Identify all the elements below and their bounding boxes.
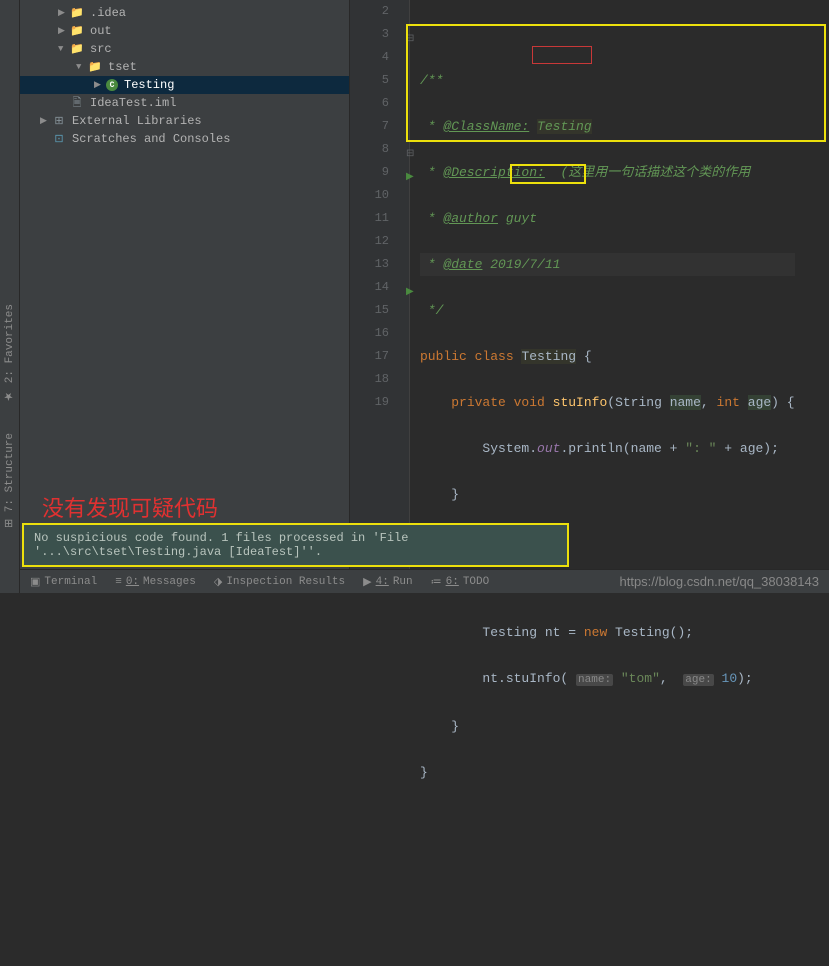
tree-label: tset xyxy=(108,60,137,74)
folder-icon: 📁 xyxy=(70,42,84,56)
tree-node-iml[interactable]: 🗎 IdeaTest.iml xyxy=(20,94,349,112)
class-icon: C xyxy=(106,79,118,91)
tree-label: src xyxy=(90,42,112,56)
code-area[interactable]: /** * @ClassName: Testing * @Description… xyxy=(410,0,795,593)
favorites-tab[interactable]: ★ 2: Favorites xyxy=(3,289,16,418)
tree-node-external[interactable]: ▶ ⊞ External Libraries xyxy=(20,112,349,130)
chevron-right-icon: ▶ xyxy=(58,8,66,18)
tree-label: .idea xyxy=(90,6,126,20)
file-icon: 🗎 xyxy=(70,96,84,110)
chevron-down-icon: ▼ xyxy=(58,44,66,54)
run-tool[interactable]: ▶ 4: Run xyxy=(363,575,412,589)
status-bar-message: No suspicious code found. 1 files proces… xyxy=(22,523,569,567)
tree-node-tset[interactable]: ▼ 📁 tset xyxy=(20,58,349,76)
messages-tool[interactable]: ≡ 0: Messages xyxy=(115,576,196,588)
tree-node-src[interactable]: ▼ 📁 src xyxy=(20,40,349,58)
folder-icon: 📁 xyxy=(70,24,84,38)
tree-node-scratches[interactable]: ⊡ Scratches and Consoles xyxy=(20,130,349,148)
chevron-right-icon: ▶ xyxy=(40,116,48,126)
tree-label: out xyxy=(90,24,112,38)
code-editor[interactable]: 2 3 4 5 6 7 8 9 10 11 12 13 14 15 16 17 … xyxy=(350,0,829,593)
annotation-box-classname xyxy=(532,46,592,64)
structure-tab[interactable]: ⊞ 7: Structure xyxy=(3,418,16,543)
chevron-right-icon: ▶ xyxy=(94,80,102,90)
terminal-tool[interactable]: ▣ Terminal xyxy=(30,575,97,589)
tool-window-rail: ★ 2: Favorites ⊞ 7: Structure xyxy=(0,0,20,593)
tree-label: Testing xyxy=(124,78,174,92)
chevron-right-icon: ▶ xyxy=(58,26,66,36)
tree-label: External Libraries xyxy=(72,114,202,128)
todo-tool[interactable]: ≔ 6: TODO xyxy=(431,575,490,589)
package-icon: 📁 xyxy=(88,60,102,74)
tree-label: IdeaTest.iml xyxy=(90,96,176,110)
tree-node-out[interactable]: ▶ 📁 out xyxy=(20,22,349,40)
line-gutter: 2 3 4 5 6 7 8 9 10 11 12 13 14 15 16 17 … xyxy=(350,0,410,593)
tree-node-testing[interactable]: ▶ C Testing xyxy=(20,76,349,94)
tree-label: Scratches and Consoles xyxy=(72,132,230,146)
inspection-tool[interactable]: ⬗ Inspection Results xyxy=(214,575,345,589)
annotation-chinese-text: 没有发现可疑代码 xyxy=(42,491,218,523)
chevron-down-icon: ▼ xyxy=(76,62,84,72)
tree-node-idea[interactable]: ▶ 📁 .idea xyxy=(20,4,349,22)
library-icon: ⊞ xyxy=(52,114,66,128)
folder-icon: 📁 xyxy=(70,6,84,20)
watermark-url: https://blog.csdn.net/qq_38038143 xyxy=(620,574,820,589)
scratch-icon: ⊡ xyxy=(52,132,66,146)
